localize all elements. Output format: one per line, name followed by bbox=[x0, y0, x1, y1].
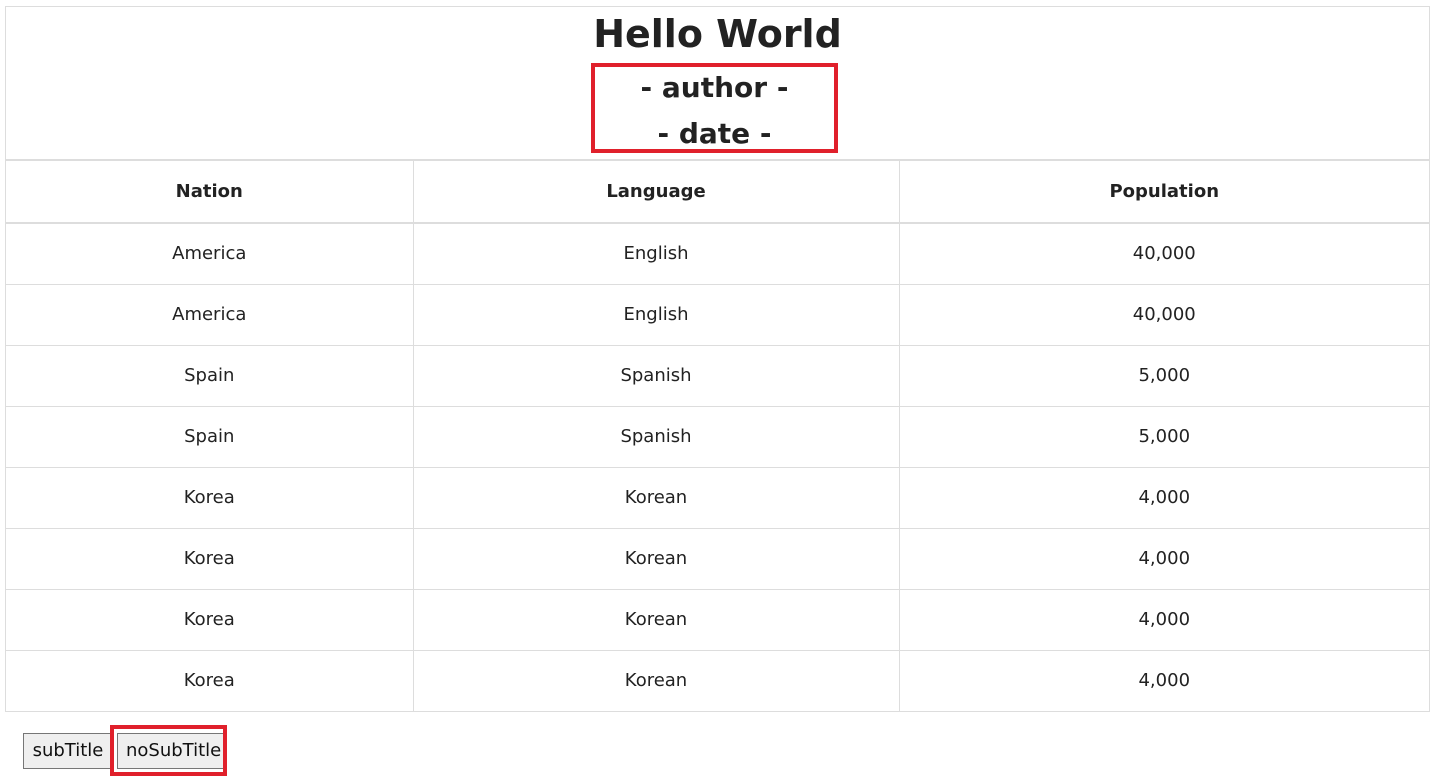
cell-language: Korean bbox=[412, 588, 900, 651]
cell-population: 4,000 bbox=[898, 588, 1429, 651]
no-subtitle-button[interactable]: noSubTitle bbox=[117, 733, 227, 769]
table-row: Korea Korean 4,000 bbox=[6, 649, 1429, 711]
subtitle-date: - date - bbox=[657, 117, 772, 150]
table-header-row: Nation Language Population bbox=[6, 161, 1429, 224]
cell-language: Spanish bbox=[412, 405, 900, 468]
cell-language: English bbox=[412, 222, 900, 285]
cell-language: English bbox=[412, 283, 900, 346]
table-row: America English 40,000 bbox=[6, 222, 1429, 285]
table-row: Korea Korean 4,000 bbox=[6, 527, 1429, 590]
cell-nation: Spain bbox=[6, 405, 414, 468]
cell-nation: Korea bbox=[6, 588, 414, 651]
report-header: Hello World - author - - date - bbox=[6, 7, 1429, 161]
cell-nation: America bbox=[6, 222, 414, 285]
cell-language: Korean bbox=[412, 466, 900, 529]
cell-population: 40,000 bbox=[898, 283, 1429, 346]
cell-population: 40,000 bbox=[898, 222, 1429, 285]
table-row: Korea Korean 4,000 bbox=[6, 588, 1429, 651]
cell-population: 4,000 bbox=[898, 527, 1429, 590]
report-frame: Hello World - author - - date - Nation L… bbox=[5, 6, 1430, 712]
column-header-nation: Nation bbox=[6, 161, 414, 224]
cell-nation: Spain bbox=[6, 344, 414, 407]
cell-population: 4,000 bbox=[898, 466, 1429, 529]
cell-nation: Korea bbox=[6, 527, 414, 590]
data-table: Nation Language Population America Engli… bbox=[6, 161, 1429, 711]
table-row: Spain Spanish 5,000 bbox=[6, 405, 1429, 468]
cell-language: Korean bbox=[412, 527, 900, 590]
cell-nation: America bbox=[6, 283, 414, 346]
subtitle-button[interactable]: subTitle bbox=[23, 733, 113, 769]
column-header-population: Population bbox=[898, 161, 1429, 224]
subtitle-author: - author - bbox=[640, 71, 789, 104]
cell-nation: Korea bbox=[6, 466, 414, 529]
cell-language: Korean bbox=[412, 649, 900, 711]
table-row: Spain Spanish 5,000 bbox=[6, 344, 1429, 407]
cell-language: Spanish bbox=[412, 344, 900, 407]
subtitle-highlight-box: - author - - date - bbox=[591, 63, 838, 153]
table-row: Korea Korean 4,000 bbox=[6, 466, 1429, 529]
cell-population: 4,000 bbox=[898, 649, 1429, 711]
cell-population: 5,000 bbox=[898, 344, 1429, 407]
cell-nation: Korea bbox=[6, 649, 414, 711]
page-title: Hello World bbox=[593, 12, 842, 56]
column-header-language: Language bbox=[412, 161, 900, 224]
cell-population: 5,000 bbox=[898, 405, 1429, 468]
table-row: America English 40,000 bbox=[6, 283, 1429, 346]
